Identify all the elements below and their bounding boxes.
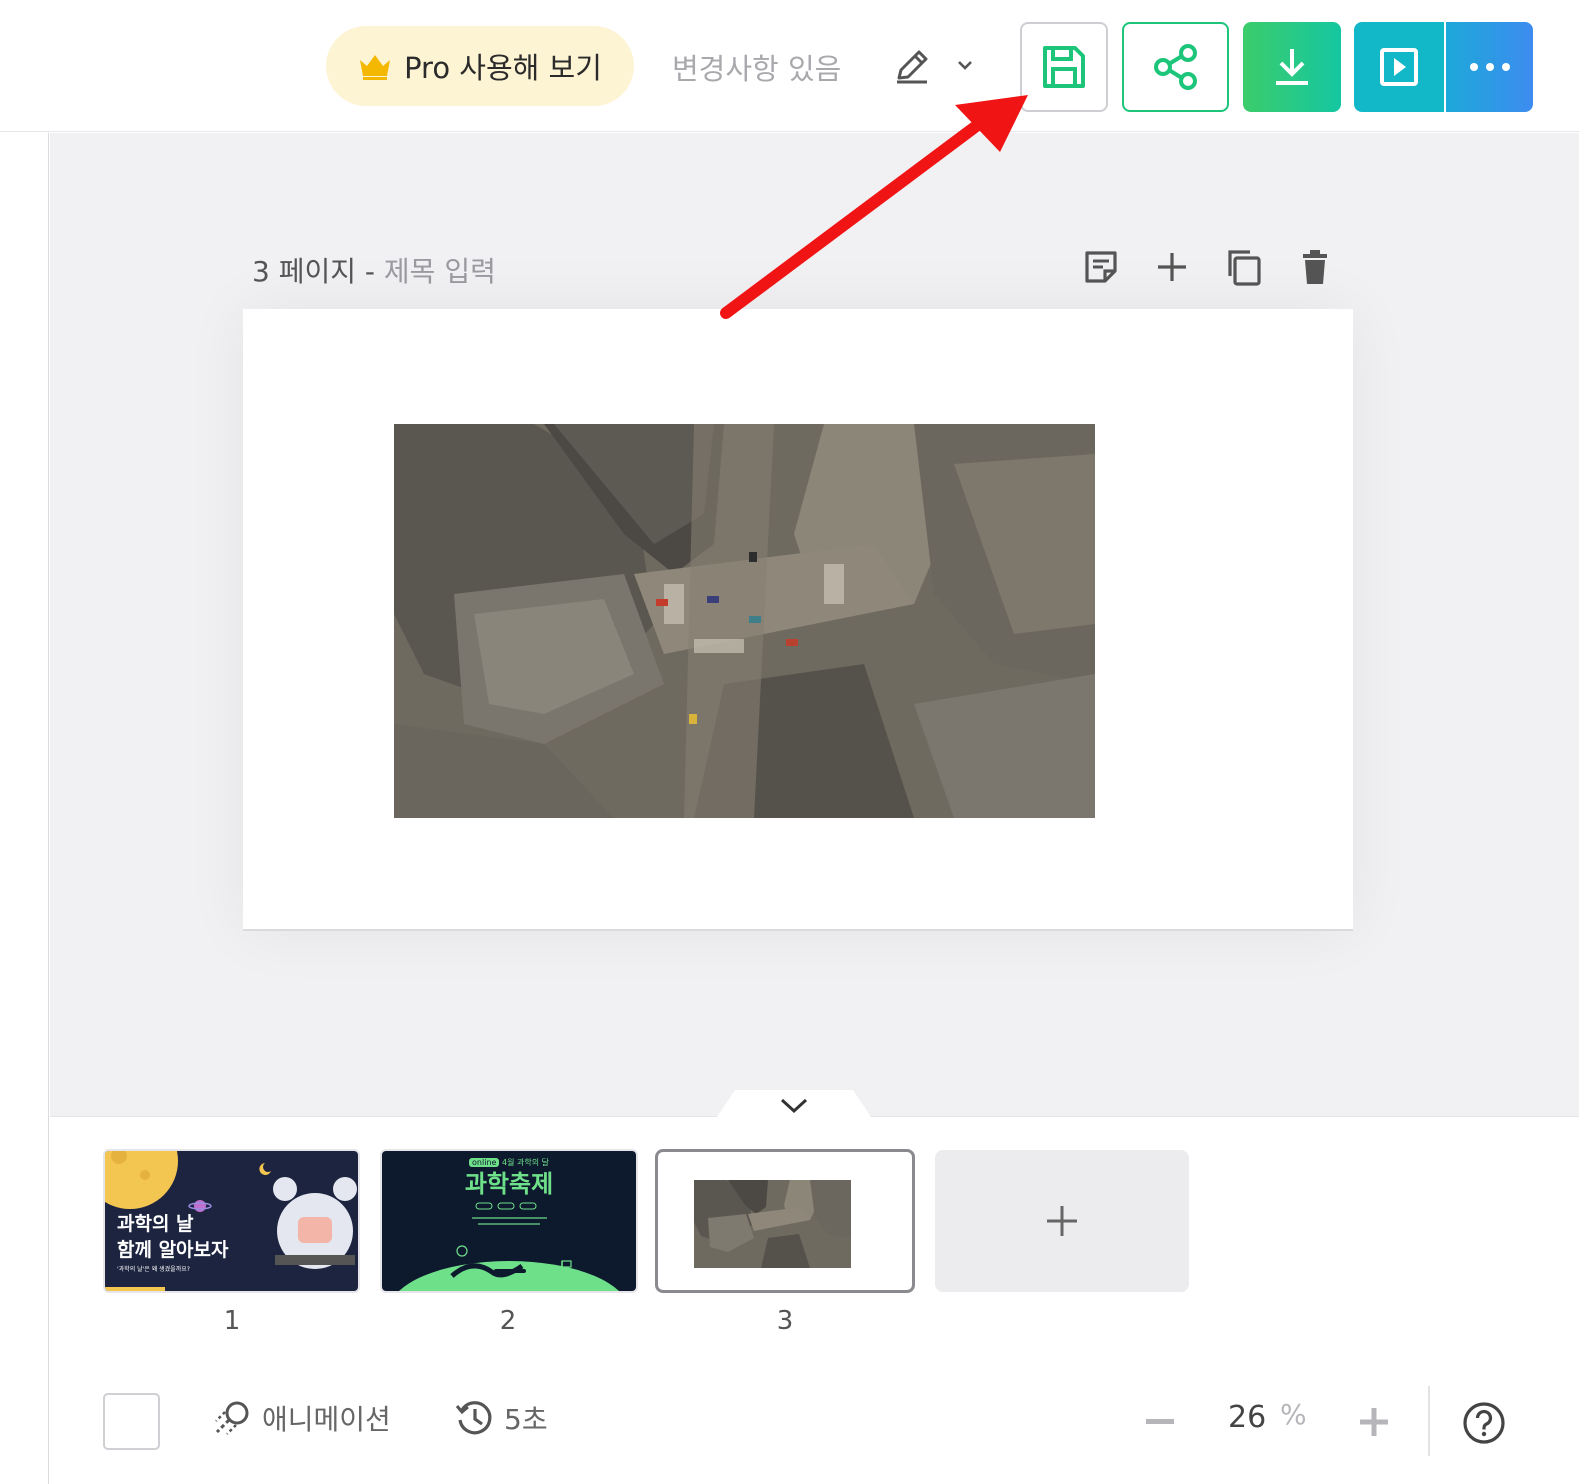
thumb-2-badge: online bbox=[469, 1158, 500, 1167]
history-icon bbox=[455, 1401, 492, 1435]
present-button[interactable] bbox=[1354, 22, 1444, 112]
collapse-panel-tab[interactable] bbox=[715, 1088, 873, 1120]
divider bbox=[1428, 1386, 1430, 1456]
play-icon bbox=[1380, 48, 1418, 86]
changes-status: 변경사항 있음 bbox=[672, 52, 842, 86]
save-button[interactable] bbox=[1020, 22, 1108, 112]
delete-icon[interactable] bbox=[1294, 246, 1336, 288]
thumb-1-title-line-2: 함께 알아보자 bbox=[117, 1239, 229, 1261]
crown-icon bbox=[360, 55, 391, 80]
slide-thumbnail-2[interactable]: online 4월 과학의 달 과학축제 bbox=[380, 1149, 638, 1293]
thumb-1-subtitle: '과학의 날'은 왜 생겼을까요? bbox=[117, 1266, 190, 1273]
download-button[interactable] bbox=[1243, 22, 1341, 112]
save-icon bbox=[1043, 46, 1085, 88]
city-aerial-image[interactable] bbox=[394, 424, 1095, 818]
animation-label: 애니메이션 bbox=[262, 1403, 391, 1436]
download-icon bbox=[1276, 49, 1308, 85]
thumb-2-kicker: 4월 과학의 달 bbox=[501, 1158, 549, 1167]
pro-trial-button[interactable]: Pro 사용해 보기 bbox=[326, 26, 634, 106]
animation-button[interactable]: 애니메이션 bbox=[212, 1398, 391, 1438]
note-icon[interactable] bbox=[1080, 246, 1122, 288]
add-page-icon[interactable] bbox=[1151, 246, 1193, 288]
thumb-1-title-line-1: 과학의 날 bbox=[117, 1213, 194, 1235]
background-color-swatch[interactable] bbox=[103, 1393, 160, 1450]
pencil-icon[interactable] bbox=[892, 42, 932, 90]
thumb-1-number: 1 bbox=[223, 1306, 241, 1336]
animation-icon bbox=[215, 1401, 249, 1435]
page-title-input[interactable]: 제목 입력 bbox=[384, 255, 496, 288]
left-sidebar-edge bbox=[0, 133, 49, 1484]
pro-trial-label: Pro 사용해 보기 bbox=[404, 51, 602, 85]
top-toolbar: Pro 사용해 보기 변경사항 있음 bbox=[0, 0, 1579, 132]
slide-thumbnail-3[interactable] bbox=[655, 1149, 915, 1293]
zoom-out-icon[interactable] bbox=[1142, 1404, 1178, 1440]
page-title-separator: - bbox=[364, 255, 376, 288]
chevron-down-icon[interactable] bbox=[952, 52, 978, 78]
thumb-2-number: 2 bbox=[499, 1306, 517, 1336]
duration-button[interactable]: 5초 bbox=[454, 1398, 548, 1438]
thumb-2-title: 과학축제 bbox=[464, 1170, 554, 1198]
more-icon bbox=[1469, 63, 1510, 71]
duplicate-icon[interactable] bbox=[1222, 246, 1264, 288]
share-icon bbox=[1153, 44, 1197, 90]
thumb-3-number: 3 bbox=[776, 1306, 794, 1336]
zoom-unit: % bbox=[1280, 1398, 1307, 1431]
slide-thumbnail-1[interactable]: 과학의 날 함께 알아보자 '과학의 날'은 왜 생겼을까요? bbox=[103, 1149, 360, 1293]
help-icon[interactable] bbox=[1462, 1401, 1506, 1445]
add-slide-button[interactable] bbox=[935, 1150, 1189, 1292]
share-button[interactable] bbox=[1122, 22, 1229, 112]
zoom-in-icon[interactable] bbox=[1356, 1404, 1392, 1440]
page-title[interactable]: 3 페이지 - 제목 입력 bbox=[252, 250, 496, 290]
page-number-label: 3 페이지 bbox=[252, 255, 356, 288]
zoom-value[interactable]: 26 bbox=[1228, 1400, 1266, 1435]
plus-icon bbox=[1047, 1206, 1077, 1236]
more-button[interactable] bbox=[1446, 22, 1533, 112]
duration-label: 5초 bbox=[504, 1403, 548, 1436]
